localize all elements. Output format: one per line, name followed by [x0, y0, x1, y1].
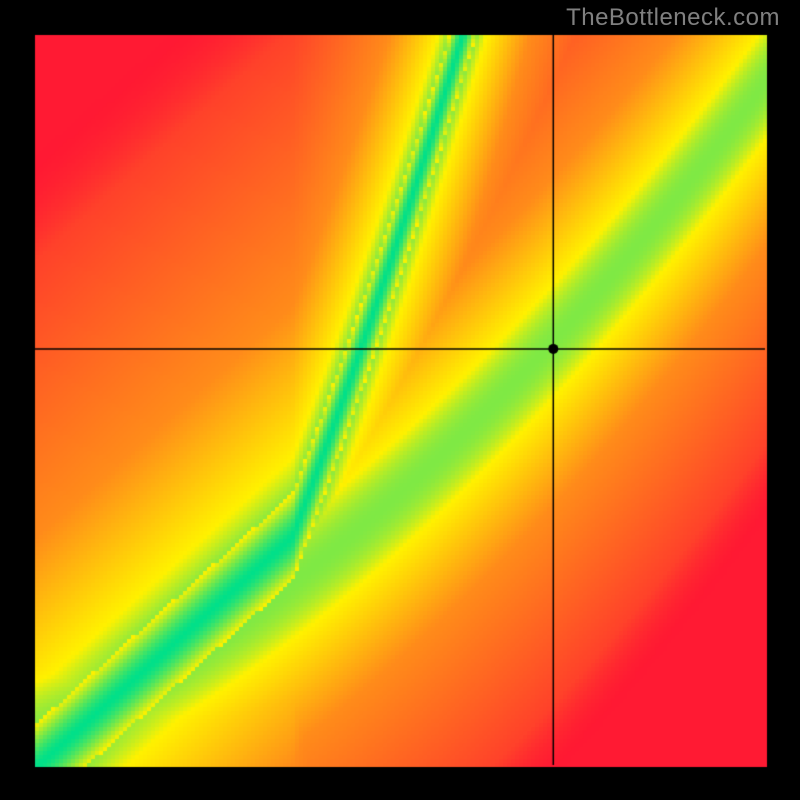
bottleneck-heatmap: [0, 0, 800, 800]
watermark-text: TheBottleneck.com: [566, 4, 780, 32]
chart-container: TheBottleneck.com: [0, 0, 800, 800]
